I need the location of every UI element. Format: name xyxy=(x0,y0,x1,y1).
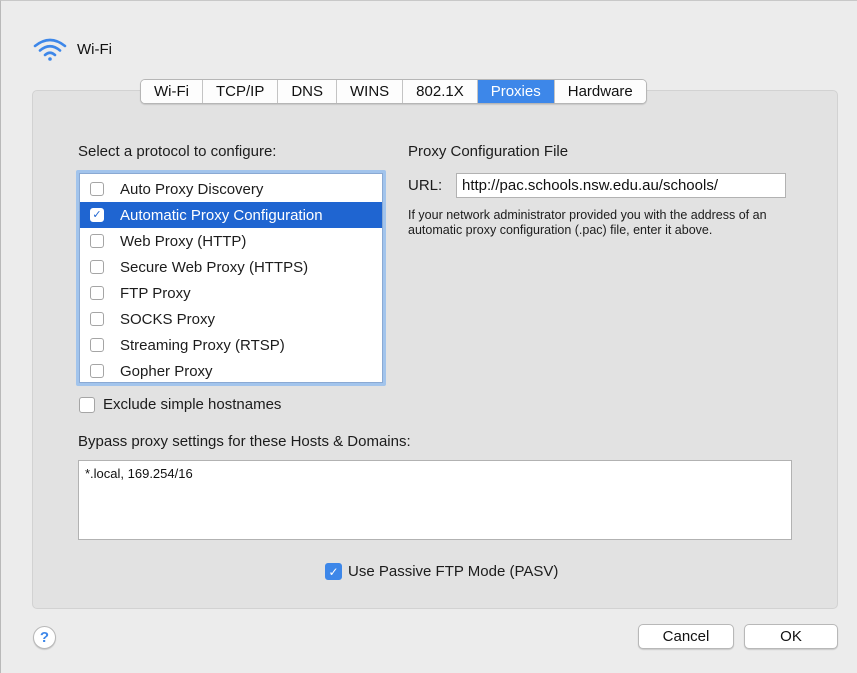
window-header: Wi-Fi xyxy=(33,37,112,61)
protocol-item-label: Auto Proxy Discovery xyxy=(120,180,264,198)
wifi-icon xyxy=(33,38,67,61)
passive-ftp-option[interactable]: ✓ Use Passive FTP Mode (PASV) xyxy=(325,563,558,580)
checkmark-icon: ✓ xyxy=(328,564,339,579)
protocol-item-label: Automatic Proxy Configuration xyxy=(120,206,323,224)
checkbox[interactable] xyxy=(90,182,104,196)
protocol-item-web-proxy[interactable]: Web Proxy (HTTP) xyxy=(80,228,382,254)
bypass-hosts-field[interactable]: *.local, 169.254/16 xyxy=(78,460,792,540)
protocol-item-secure-web-proxy[interactable]: Secure Web Proxy (HTTPS) xyxy=(80,254,382,280)
tab-wins[interactable]: WINS xyxy=(337,80,404,103)
bypass-heading: Bypass proxy settings for these Hosts & … xyxy=(78,433,411,450)
cancel-button[interactable]: Cancel xyxy=(638,624,734,649)
help-button[interactable]: ? xyxy=(33,626,56,649)
protocol-item-label: FTP Proxy xyxy=(120,284,191,302)
checkbox-checked[interactable]: ✓ xyxy=(90,208,104,222)
tab-tcpip[interactable]: TCP/IP xyxy=(202,80,279,103)
protocol-list[interactable]: Auto Proxy Discovery ✓ Automatic Proxy C… xyxy=(76,170,386,386)
tab-proxies[interactable]: Proxies xyxy=(477,80,555,103)
pac-help-text: If your network administrator provided y… xyxy=(408,208,767,237)
tab-bar: Wi-Fi TCP/IP DNS WINS 802.1X Proxies Har… xyxy=(140,79,647,104)
checkbox[interactable] xyxy=(90,286,104,300)
checkmark-icon: ✓ xyxy=(92,208,102,221)
url-label: URL: xyxy=(408,177,443,194)
protocol-item-socks-proxy[interactable]: SOCKS Proxy xyxy=(80,306,382,332)
checkbox[interactable] xyxy=(90,234,104,248)
protocol-item-label: Streaming Proxy (RTSP) xyxy=(120,336,285,354)
tab-dns[interactable]: DNS xyxy=(278,80,337,103)
checkbox[interactable] xyxy=(90,312,104,326)
protocol-list-heading: Select a protocol to configure: xyxy=(78,143,277,160)
exclude-simple-hostnames-label: Exclude simple hostnames xyxy=(103,396,282,413)
protocol-item-auto-discovery[interactable]: Auto Proxy Discovery xyxy=(80,176,382,202)
protocol-item-ftp-proxy[interactable]: FTP Proxy xyxy=(80,280,382,306)
tab-hardware[interactable]: Hardware xyxy=(554,80,646,103)
checkbox[interactable] xyxy=(90,260,104,274)
protocol-item-auto-config[interactable]: ✓ Automatic Proxy Configuration xyxy=(80,202,382,228)
protocol-item-label: SOCKS Proxy xyxy=(120,310,216,328)
passive-ftp-label: Use Passive FTP Mode (PASV) xyxy=(348,563,559,580)
protocol-item-streaming-proxy[interactable]: Streaming Proxy (RTSP) xyxy=(80,332,382,358)
checkbox[interactable] xyxy=(90,364,104,378)
proxy-config-heading: Proxy Configuration File xyxy=(408,143,569,160)
checkbox-checked[interactable]: ✓ xyxy=(325,563,342,580)
protocol-item-label: Web Proxy (HTTP) xyxy=(120,232,247,250)
pac-url-field[interactable]: http://pac.schools.nsw.edu.au/schools/ xyxy=(456,173,786,198)
tab-8021x[interactable]: 802.1X xyxy=(403,80,478,103)
protocol-item-label: Secure Web Proxy (HTTPS) xyxy=(120,258,309,276)
exclude-simple-hostnames[interactable]: Exclude simple hostnames xyxy=(79,396,281,413)
checkbox[interactable] xyxy=(90,338,104,352)
checkbox[interactable] xyxy=(79,396,95,413)
protocol-item-label: Gopher Proxy xyxy=(120,362,213,380)
network-proxies-dialog: Wi-Fi Wi-Fi TCP/IP DNS WINS 802.1X Proxi… xyxy=(0,0,857,673)
ok-button[interactable]: OK xyxy=(744,624,838,649)
tab-wifi[interactable]: Wi-Fi xyxy=(141,80,203,103)
window-title: Wi-Fi xyxy=(77,40,112,58)
protocol-item-gopher-proxy[interactable]: Gopher Proxy xyxy=(80,358,382,383)
